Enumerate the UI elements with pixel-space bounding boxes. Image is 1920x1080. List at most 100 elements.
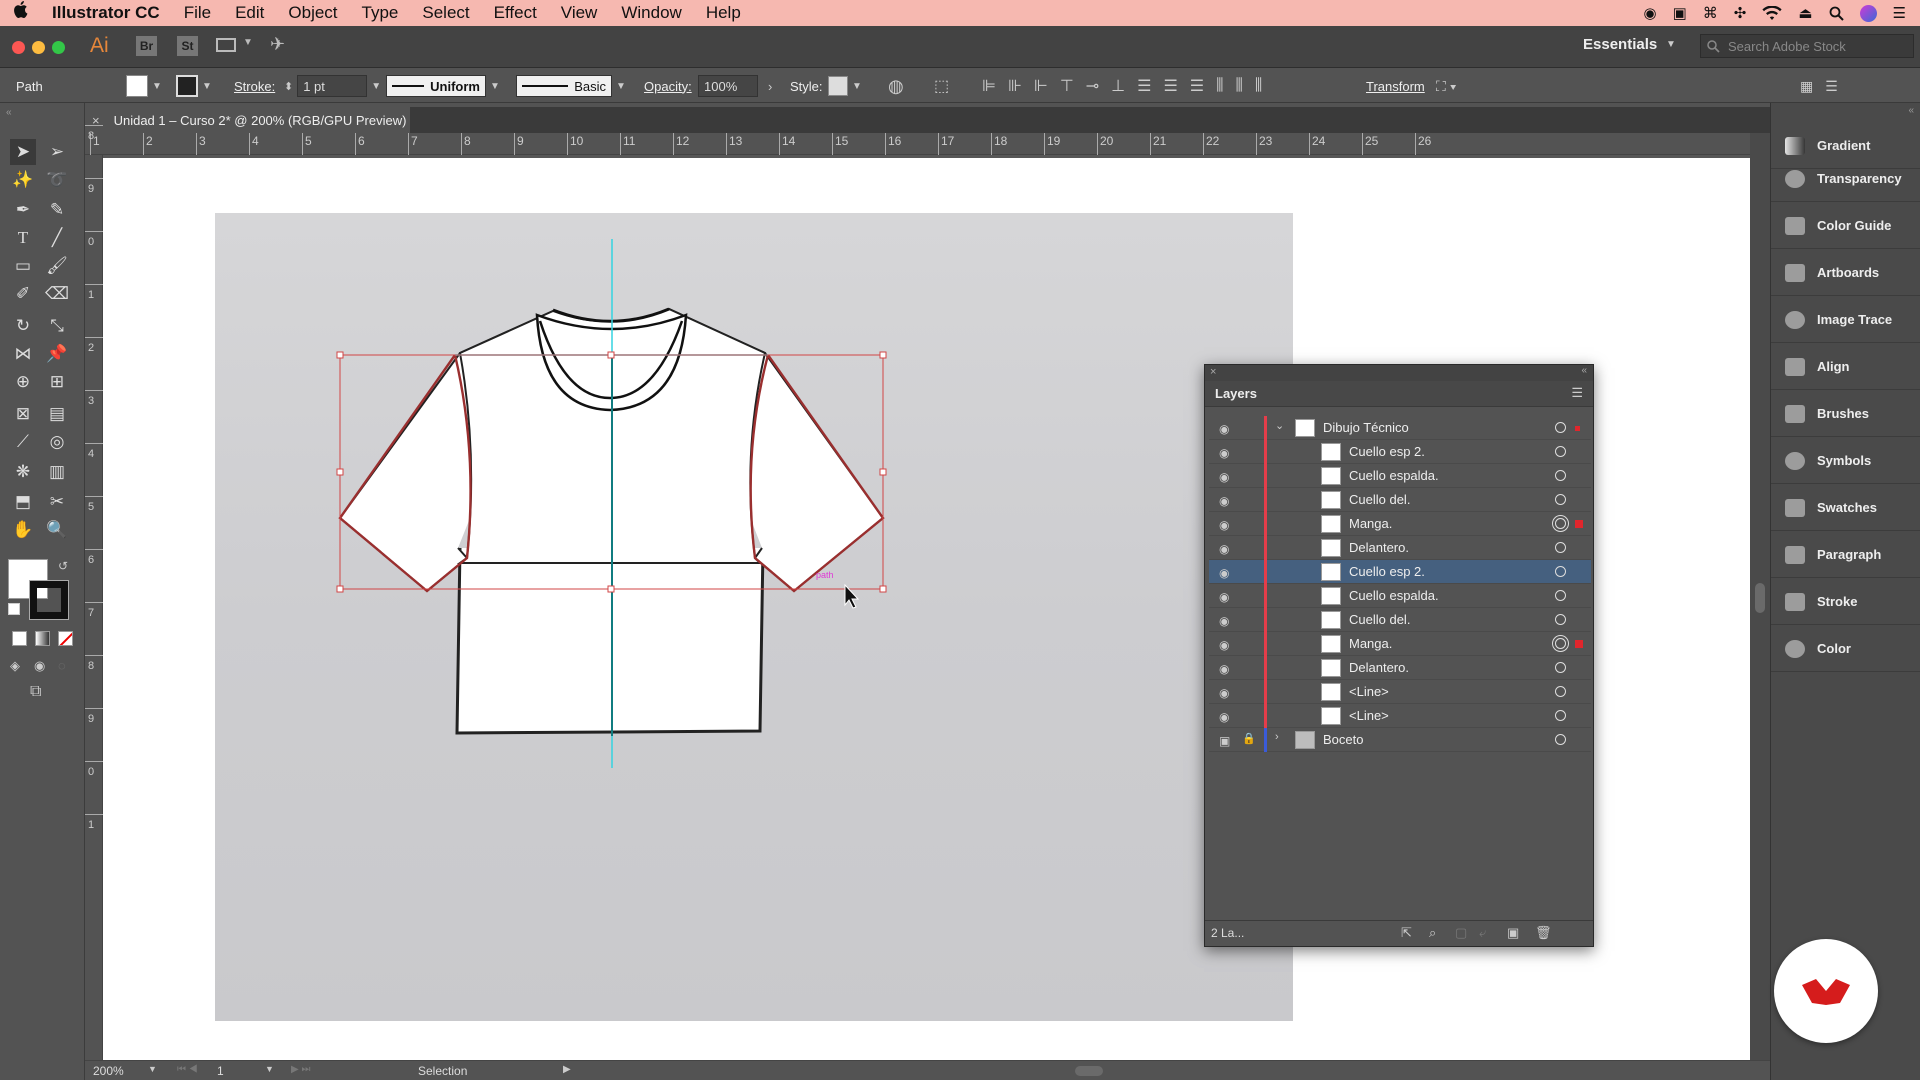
column-graph-tool-icon[interactable]: ▥: [44, 459, 70, 485]
color-guide-panel-button[interactable]: Color Guide: [1771, 203, 1920, 249]
first-artboard-icon[interactable]: ⏮ ◀: [177, 1064, 198, 1075]
sublayer-row[interactable]: ◉ Cuello espalda.: [1209, 464, 1591, 488]
make-clipping-mask-icon[interactable]: ▢: [1455, 925, 1467, 941]
menu-file[interactable]: File: [172, 0, 223, 26]
visibility-eye-icon[interactable]: ◉: [1219, 614, 1235, 628]
stroke-weight-input[interactable]: 1 pt: [297, 75, 368, 97]
visibility-eye-icon[interactable]: ◉: [1219, 638, 1235, 652]
create-new-layer-icon[interactable]: ▣: [1507, 925, 1519, 941]
align-right-icon[interactable]: ⊩: [1034, 76, 1048, 96]
collapse-dock-icon[interactable]: «: [1908, 105, 1914, 116]
stepper-icon[interactable]: ⬍: [284, 80, 293, 93]
distribute-hcenter-icon[interactable]: ⫼: [1236, 77, 1243, 95]
menu-window[interactable]: Window: [609, 0, 693, 26]
stroke-label[interactable]: Stroke:: [234, 69, 275, 103]
layer-name[interactable]: <Line>: [1349, 684, 1389, 699]
menu-view[interactable]: View: [549, 0, 610, 26]
handle-bottom-left[interactable]: [336, 585, 344, 593]
workspace-switcher[interactable]: Essentials: [1583, 36, 1657, 53]
menu-effect[interactable]: Effect: [482, 0, 549, 26]
none-mode-icon[interactable]: [58, 631, 73, 646]
chevron-right-icon[interactable]: ›: [768, 79, 772, 94]
visibility-eye-icon[interactable]: ◉: [1219, 446, 1235, 460]
collapse-panel-icon[interactable]: «: [6, 107, 12, 118]
selection-tool-icon[interactable]: ➤: [10, 139, 36, 165]
artboard-number[interactable]: 1: [217, 1064, 224, 1078]
handle-top-left[interactable]: [336, 351, 344, 359]
sublayer-row[interactable]: ◉ Cuello del.: [1209, 608, 1591, 632]
export-icon[interactable]: ⇱: [1401, 925, 1412, 941]
distribute-top-icon[interactable]: ☰: [1137, 76, 1151, 96]
stroke-swatch[interactable]: [176, 75, 198, 97]
distribute-left-icon[interactable]: ⫼: [1216, 77, 1223, 95]
align-vcenter-icon[interactable]: ⊸: [1086, 76, 1099, 96]
slice-tool-icon[interactable]: ✂: [44, 489, 70, 515]
perspective-grid-tool-icon[interactable]: ⊞: [44, 369, 70, 395]
draw-inside-icon[interactable]: ◌: [58, 658, 66, 673]
eyedropper-tool-icon[interactable]: ⟋: [10, 429, 36, 455]
minimize-window-button[interactable]: [32, 41, 45, 54]
record-icon[interactable]: ◉: [1644, 4, 1657, 22]
paintbrush-tool-icon[interactable]: 🖌: [44, 253, 70, 279]
apple-menu-icon[interactable]: [0, 0, 40, 26]
target-appearance-icon[interactable]: [1555, 710, 1566, 721]
mesh-tool-icon[interactable]: ⊠: [10, 401, 36, 427]
change-screen-mode-icon[interactable]: ⧉: [30, 683, 41, 701]
opacity-input[interactable]: 100%: [698, 75, 758, 97]
bridge-button[interactable]: Br: [136, 36, 157, 56]
color-panel-button[interactable]: Color: [1771, 626, 1920, 672]
chevron-down-icon[interactable]: ▼: [243, 37, 253, 48]
rotate-tool-icon[interactable]: ↻: [10, 313, 36, 339]
gpu-performance-icon[interactable]: ✈: [270, 34, 285, 55]
default-colors-icon[interactable]: [8, 603, 20, 615]
workspace-chevron-icon[interactable]: ▼: [1666, 39, 1676, 50]
layer-name[interactable]: Cuello esp 2.: [1349, 444, 1425, 459]
layers-panel[interactable]: × « Layers ☰ ◉ ⌄ Dibujo Técnico ◉ Cuello esp…: [1204, 364, 1594, 947]
layer-row[interactable]: ▣ 🔒 › Boceto: [1209, 728, 1591, 752]
layer-name[interactable]: Cuello espalda.: [1349, 468, 1439, 483]
width-tool-icon[interactable]: ⋈: [10, 341, 36, 367]
shaper-tool-icon[interactable]: ✐: [10, 281, 36, 307]
handle-top-right[interactable]: [879, 351, 887, 359]
visibility-eye-icon[interactable]: ◉: [1219, 686, 1235, 700]
layer-name[interactable]: Cuello esp 2.: [1349, 564, 1425, 579]
zoom-tool-icon[interactable]: 🔍: [44, 517, 70, 543]
magic-wand-tool-icon[interactable]: ✨: [10, 167, 36, 193]
sublayer-row[interactable]: ◉ Manga.: [1209, 632, 1591, 656]
menu-edit[interactable]: Edit: [223, 0, 276, 26]
puppet-warp-tool-icon[interactable]: 📌: [44, 341, 70, 367]
target-appearance-icon[interactable]: [1555, 470, 1566, 481]
align-panel-button[interactable]: Align: [1771, 344, 1920, 390]
target-appearance-icon[interactable]: [1555, 518, 1566, 529]
layer-name[interactable]: Delantero.: [1349, 540, 1409, 555]
lock-icon[interactable]: 🔒: [1242, 732, 1256, 745]
target-appearance-icon[interactable]: [1555, 566, 1566, 577]
target-appearance-icon[interactable]: [1555, 662, 1566, 673]
sublayer-row[interactable]: ◉ Cuello del.: [1209, 488, 1591, 512]
color-mode-icon[interactable]: [12, 631, 27, 646]
visibility-eye-icon[interactable]: ◉: [1219, 518, 1235, 532]
layer-name[interactable]: Manga.: [1349, 636, 1392, 651]
selection-indicator[interactable]: [1575, 426, 1580, 431]
distribute-bottom-icon[interactable]: ☰: [1190, 76, 1204, 96]
layer-name[interactable]: Manga.: [1349, 516, 1392, 531]
blend-tool-icon[interactable]: ◎: [44, 429, 70, 455]
expand-chevron-icon[interactable]: ›: [1275, 731, 1279, 743]
locate-object-icon[interactable]: ⌕: [1429, 925, 1436, 941]
menu-object[interactable]: Object: [276, 0, 349, 26]
handle-top-center[interactable]: [607, 351, 615, 359]
panel-menu-icon[interactable]: ☰: [1825, 78, 1838, 95]
symbols-panel-button[interactable]: Symbols: [1771, 438, 1920, 484]
vertical-scrollbar[interactable]: [1750, 133, 1770, 1060]
stroke-swatch-control[interactable]: ▼: [176, 69, 212, 103]
scale-tool-icon[interactable]: ⤡: [44, 313, 70, 339]
document-tab[interactable]: × Unidad 1 – Curso 2* @ 200% (RGB/GPU Pr…: [80, 107, 410, 133]
template-visibility-icon[interactable]: ▣: [1219, 734, 1235, 748]
stroke-color-box[interactable]: [29, 580, 69, 620]
network-icon[interactable]: ✣: [1734, 4, 1747, 22]
chevron-down-icon[interactable]: ▼: [490, 81, 500, 92]
target-appearance-icon[interactable]: [1555, 446, 1566, 457]
handle-middle-right[interactable]: [879, 468, 887, 476]
layer-name[interactable]: Boceto: [1323, 732, 1363, 747]
sublayer-row[interactable]: ◉ Delantero.: [1209, 536, 1591, 560]
